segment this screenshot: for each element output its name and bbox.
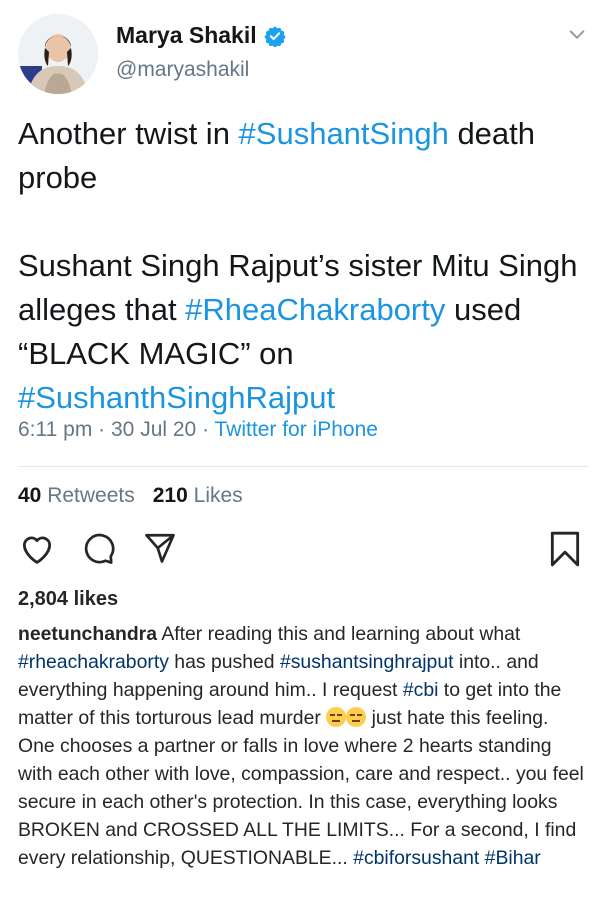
caption-hashtag[interactable]: #rheachakraborty [18,651,169,673]
chevron-down-icon[interactable] [566,24,588,46]
tweet-date[interactable]: 30 Jul 20 [111,418,196,441]
heart-icon[interactable] [18,530,56,568]
tweet-source[interactable]: Twitter for iPhone [215,418,378,441]
retweets-label: Retweets [47,484,135,507]
caption-text: has pushed [168,651,280,673]
tweet-card: Marya Shakil @maryashakil Another twist … [0,0,600,570]
separator: · [92,418,111,441]
bookmark-icon[interactable] [548,530,582,568]
post-likes-count[interactable]: 2,804 likes [18,588,118,611]
pensive-face-icon [346,707,367,727]
post-caption: neetunchandra After reading this and lea… [18,620,588,872]
comment-icon[interactable] [80,530,116,566]
avatar[interactable] [18,14,98,94]
tweet-text: Another twist in #SushantSingh death pro… [18,112,588,420]
unamused-face-icon [326,707,347,727]
caption-text: After reading this and learning about wh… [157,623,521,645]
hashtag-link[interactable]: #RheaChakraborty [185,292,445,327]
tweet-time[interactable]: 6:11 pm [18,418,92,441]
author-handle[interactable]: @maryashakil [116,58,249,82]
tweet-meta: 6:11 pm · 30 Jul 20 · Twitter for iPhone [18,418,378,442]
caption-text: just hate this feeling. One chooses a pa… [18,707,584,869]
caption-hashtag[interactable]: #cbiforsushant [353,847,479,869]
retweets-stat[interactable]: 40 Retweets [18,484,135,507]
likes-count: 210 [152,484,188,507]
divider [18,466,588,467]
tweet-text-segment: Another twist in [18,116,239,151]
likes-label: Likes [193,484,243,507]
author-name[interactable]: Marya Shakil [116,22,257,49]
caption-hashtag[interactable]: #Bihar [485,847,541,869]
retweets-count: 40 [18,484,42,507]
verified-icon [264,25,286,47]
caption-username[interactable]: neetunchandra [18,623,157,645]
post-actions [18,530,588,574]
caption-hashtag[interactable]: #cbi [403,679,439,701]
engagement-counts: 40 Retweets 210 Likes [18,484,243,508]
hashtag-link[interactable]: #SushantSingh [239,116,449,151]
separator: · [196,418,215,441]
caption-hashtag[interactable]: #sushantsinghrajput [280,651,454,673]
hashtag-link[interactable]: #SushanthSinghRajput [18,380,335,415]
likes-stat[interactable]: 210 Likes [153,484,243,507]
share-icon[interactable] [142,530,178,566]
